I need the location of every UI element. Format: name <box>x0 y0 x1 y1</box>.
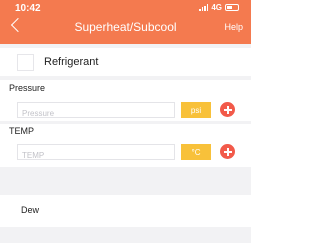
divider <box>0 76 251 80</box>
status-indicators: 4G <box>199 3 239 12</box>
refrigerant-label: Refrigerant <box>44 56 99 68</box>
pressure-field[interactable] <box>17 102 175 121</box>
temp-label: TEMP <box>9 126 35 136</box>
pressure-unit-button[interactable]: psi <box>181 102 211 118</box>
pressure-add-button[interactable] <box>220 102 235 117</box>
battery-icon <box>225 4 239 11</box>
refrigerant-selector[interactable]: Refrigerant <box>0 48 251 76</box>
plus-icon <box>223 105 232 114</box>
signal-icon <box>199 4 209 11</box>
plus-icon <box>223 147 232 156</box>
temp-unit-button[interactable]: °C <box>181 144 211 160</box>
divider <box>0 167 251 195</box>
network-type: 4G <box>211 3 222 12</box>
help-button[interactable]: Help <box>224 22 243 32</box>
footer-band <box>0 227 251 243</box>
app-header: 10:42 4G Superheat/Subcool Help <box>0 0 251 44</box>
pressure-input[interactable] <box>18 106 174 121</box>
dew-option[interactable]: Dew <box>21 205 39 215</box>
pressure-label: Pressure <box>9 83 46 93</box>
refrigerant-color-swatch <box>17 53 34 71</box>
temp-field[interactable] <box>17 144 175 163</box>
temp-add-button[interactable] <box>220 144 235 159</box>
temp-input[interactable] <box>18 148 174 163</box>
page-title: Superheat/Subcool <box>74 20 177 34</box>
divider <box>0 121 251 124</box>
